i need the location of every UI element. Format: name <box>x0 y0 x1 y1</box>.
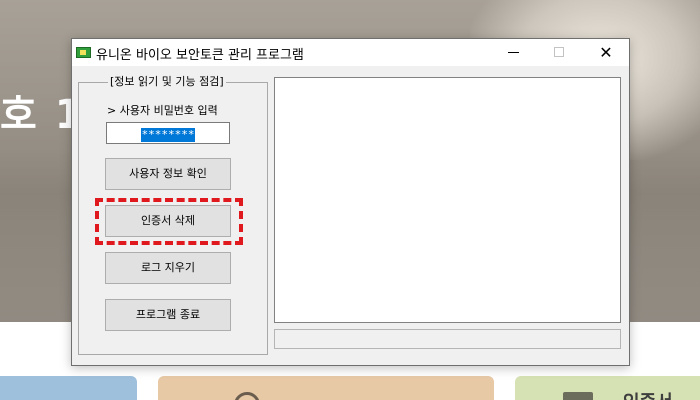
log-output-area[interactable] <box>274 77 621 323</box>
magnifier-icon <box>234 392 260 400</box>
exit-program-button[interactable]: 프로그램 종료 <box>105 299 231 331</box>
password-input[interactable]: ******** <box>106 122 230 144</box>
window-title: 유니온 바이오 보안토큰 관리 프로그램 <box>96 48 304 63</box>
password-label: > 사용자 비밀번호 입력 <box>107 104 218 117</box>
token-app-icon <box>76 47 91 58</box>
card-icon <box>563 392 593 400</box>
highlight-box <box>95 198 243 245</box>
group-title: [정보 읽기 및 기능 점검] <box>108 73 226 89</box>
background-card-text: 인증서 <box>623 388 673 400</box>
user-info-button[interactable]: 사용자 정보 확인 <box>105 158 231 190</box>
token-manager-window: 유니온 바이오 보안토큰 관리 프로그램 ✕ [정보 읽기 및 기능 점검] >… <box>71 38 630 366</box>
clear-log-button[interactable]: 로그 지우기 <box>105 252 231 284</box>
background-card-right[interactable]: 인증서 <box>515 376 700 400</box>
background-card-middle[interactable] <box>158 376 494 400</box>
background-card-left[interactable] <box>0 376 137 400</box>
status-bar <box>274 329 621 349</box>
maximize-icon <box>554 47 564 57</box>
minimize-icon <box>508 52 519 53</box>
close-button[interactable]: ✕ <box>583 39 629 66</box>
password-value: ******** <box>140 128 196 142</box>
title-bar[interactable]: 유니온 바이오 보안토큰 관리 프로그램 ✕ <box>72 39 629 66</box>
close-icon: ✕ <box>599 43 613 62</box>
maximize-button[interactable] <box>537 39 583 66</box>
minimize-button[interactable] <box>491 39 537 66</box>
